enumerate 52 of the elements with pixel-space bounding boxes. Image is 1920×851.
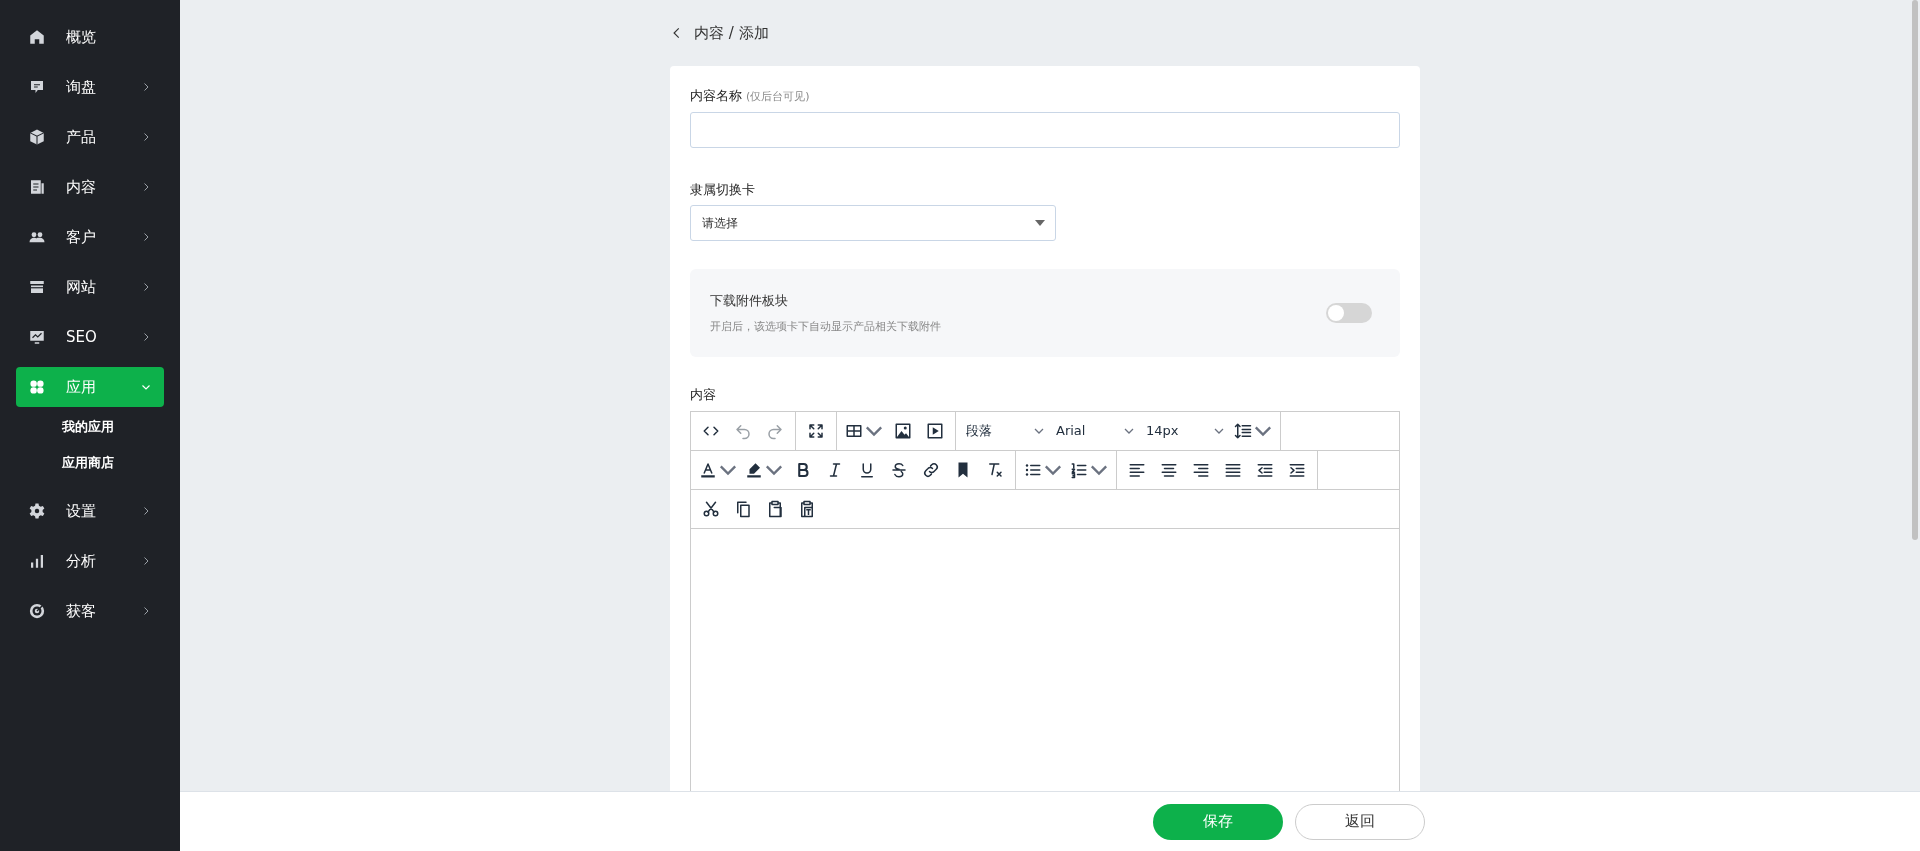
sidebar-item[interactable]: 网站 (16, 267, 164, 307)
fullscreen-icon (807, 421, 825, 440)
chart-icon (28, 552, 46, 570)
sidebar-item[interactable]: SEO (16, 317, 164, 357)
numbered-list-icon (1070, 460, 1088, 479)
grid-icon (28, 378, 46, 396)
sidebar-item[interactable]: 内容 (16, 167, 164, 207)
cut-icon (702, 499, 720, 518)
sidebar-item[interactable]: 概览 (16, 17, 164, 57)
document-icon (28, 178, 46, 196)
breadcrumb: 内容 / 添加 (694, 22, 769, 44)
select-field[interactable]: 请选择 (690, 205, 1056, 241)
format-dropdown[interactable]: 段落 (960, 415, 1050, 446)
panel-description: 开启后，该选项卡下自动显示产品相关下载附件 (710, 318, 941, 335)
paste-text-icon (798, 499, 816, 518)
sidebar-item[interactable]: 询盘 (16, 67, 164, 107)
font-size-dropdown[interactable]: 14px (1140, 415, 1230, 446)
sidebar-item[interactable]: 获客 (16, 591, 164, 631)
strikethrough-icon (890, 460, 908, 479)
input-field[interactable] (690, 111, 1400, 148)
monitor-icon (28, 328, 46, 346)
toggle-switch[interactable] (1326, 303, 1372, 323)
field-label: 内容名称 (690, 88, 742, 103)
submenu-item[interactable]: 我的应用 (16, 409, 164, 445)
text-color-icon (699, 460, 717, 479)
sidebar-item[interactable]: 分析 (16, 541, 164, 581)
highlight-icon (745, 460, 763, 479)
sidebar-item[interactable]: 客户 (16, 217, 164, 257)
underline-icon (858, 460, 876, 479)
clear-format-icon (986, 460, 1004, 479)
video-icon (926, 421, 944, 440)
field-label: 隶属切换卡 (690, 180, 756, 199)
back-button[interactable]: 返回 (1295, 803, 1425, 840)
copy-icon (734, 499, 752, 518)
link-icon (922, 460, 940, 479)
sidebar-item[interactable]: 产品 (16, 117, 164, 157)
caret-icon (1035, 220, 1045, 226)
cube-icon (28, 128, 46, 146)
panel-title: 下载附件板块 (710, 292, 789, 310)
font-dropdown[interactable]: Arial (1050, 415, 1140, 446)
image-icon (894, 421, 912, 440)
settings-icon (28, 502, 46, 520)
paste-icon (766, 499, 784, 518)
store-icon (28, 278, 46, 296)
field-label: 内容 (690, 386, 717, 404)
sidebar-item[interactable]: 设置 (16, 491, 164, 531)
line-height-icon (1234, 421, 1252, 440)
field-hint: (仅后台可见) (746, 90, 810, 103)
target-icon (28, 602, 46, 620)
home-icon (28, 28, 46, 46)
scrollbar[interactable] (1912, 0, 1918, 540)
submenu-item[interactable]: 应用商店 (16, 445, 164, 481)
